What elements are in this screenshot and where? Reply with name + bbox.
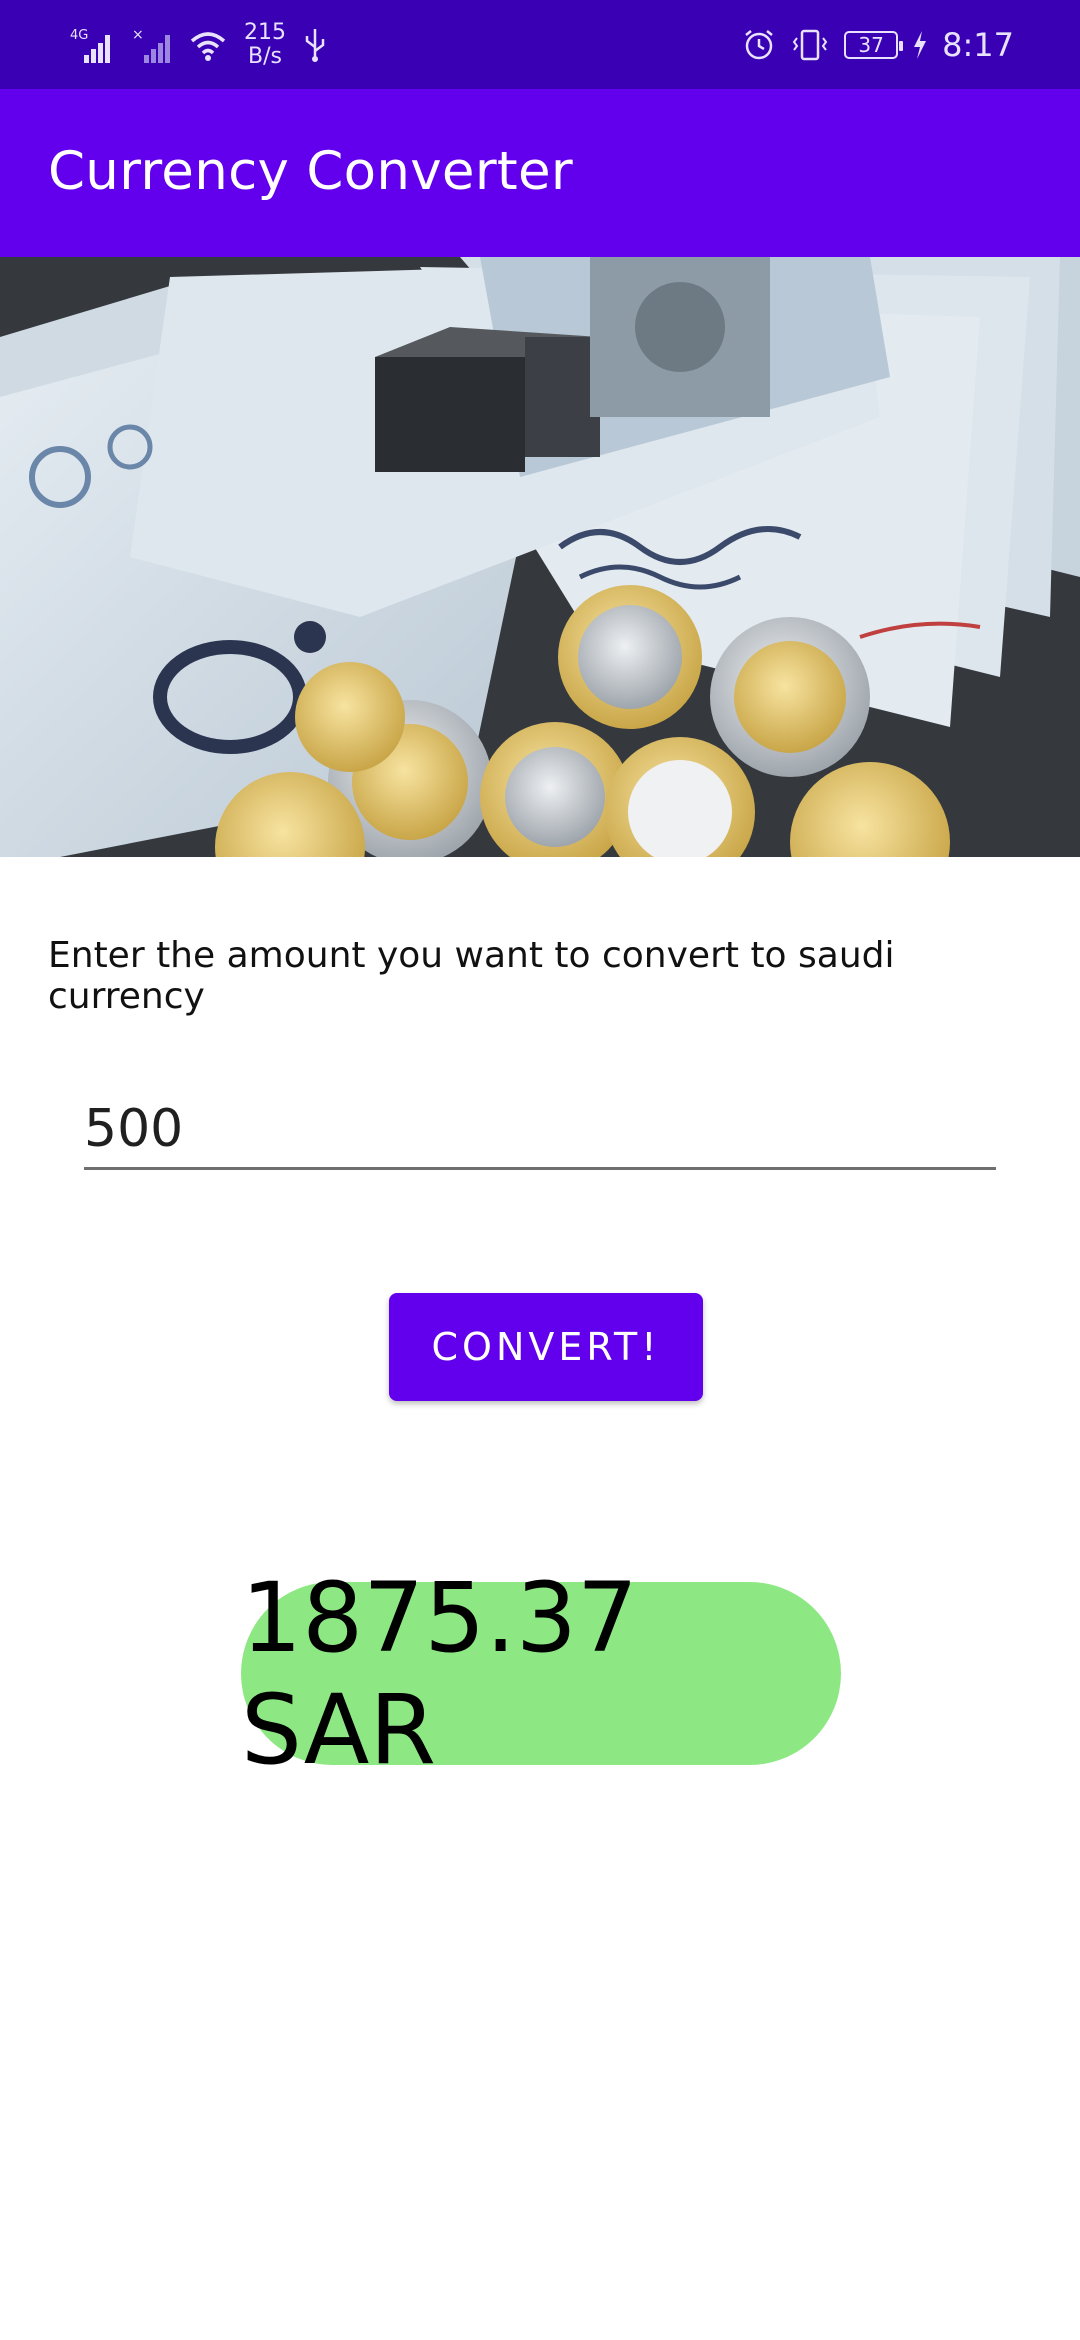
net-speed-value: 215	[244, 20, 286, 45]
amount-prompt: Enter the amount you want to convert to …	[48, 935, 895, 1017]
net-speed-unit: B/s	[248, 44, 282, 69]
status-right: 37 8:17	[742, 20, 1014, 70]
amount-input[interactable]	[84, 1090, 996, 1170]
net-speed: 215 B/s	[244, 21, 286, 69]
app-bar: Currency Converter	[0, 89, 1080, 257]
cellular-signal-icon: 4G	[70, 28, 110, 63]
charging-icon	[914, 31, 927, 59]
status-bar: 4G × 215 B/s 37 8:17	[0, 0, 1080, 89]
conversion-result: 1875.37 SAR	[241, 1562, 841, 1786]
banknotes-illustration	[0, 257, 1080, 857]
usb-icon	[305, 29, 325, 62]
app-title: Currency Converter	[48, 141, 573, 202]
vibrate-icon	[792, 29, 828, 61]
wifi-icon	[190, 32, 226, 61]
convert-button[interactable]: CONVERT!	[389, 1293, 703, 1401]
status-left: 4G × 215 B/s	[70, 20, 328, 70]
clock: 8:17	[942, 26, 1014, 64]
currency-banner-image	[0, 257, 1080, 857]
battery-indicator: 37	[844, 31, 904, 59]
no-signal-icon: ×	[132, 27, 170, 63]
alarm-icon	[745, 30, 773, 60]
network-type-label: 4G	[70, 28, 88, 43]
svg-text:×: ×	[132, 27, 144, 43]
